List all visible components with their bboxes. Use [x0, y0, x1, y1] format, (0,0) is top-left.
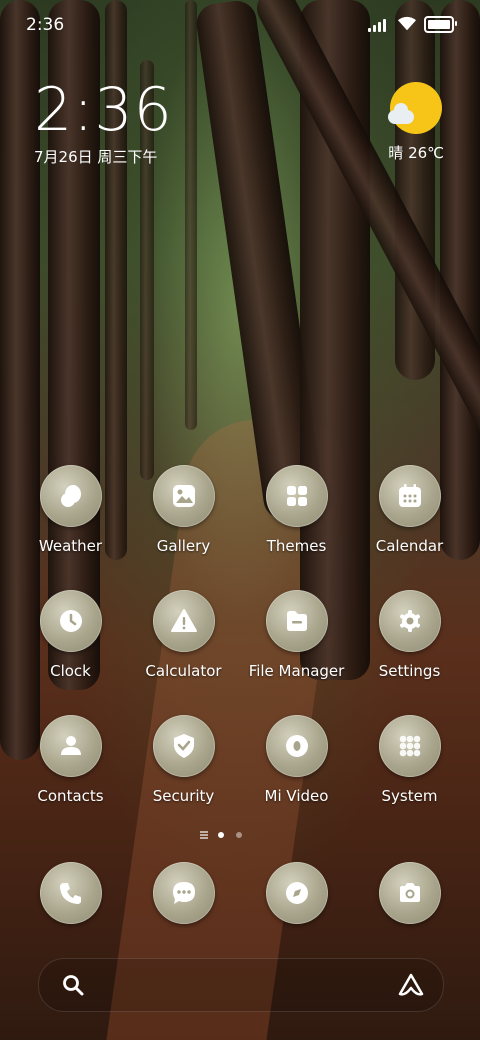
- gallery-icon: [152, 465, 215, 527]
- battery-icon: [424, 16, 457, 33]
- weather-icon: [39, 465, 102, 527]
- status-bar: 2:36: [0, 0, 480, 50]
- dock-browser[interactable]: [240, 862, 353, 924]
- app-contacts[interactable]: Contacts: [14, 715, 127, 805]
- messages-icon: [152, 862, 215, 924]
- app-label: Clock: [50, 662, 91, 680]
- page-dot: [236, 832, 242, 838]
- app-label: Mi Video: [264, 787, 329, 805]
- app-label: Weather: [38, 537, 103, 555]
- signal-icon: [368, 18, 390, 32]
- status-time: 2:36: [26, 15, 65, 35]
- calculator-icon: [152, 590, 215, 652]
- search-bar[interactable]: [38, 958, 444, 1012]
- app-weather[interactable]: Weather: [14, 465, 127, 555]
- search-icon[interactable]: [61, 973, 85, 997]
- widget-time: 2:36: [34, 75, 173, 145]
- system-folder-icon: [378, 715, 441, 777]
- app-themes[interactable]: Themes: [240, 465, 353, 555]
- app-calculator[interactable]: Calculator: [127, 590, 240, 680]
- clock-icon: [39, 590, 102, 652]
- video-icon: [265, 715, 328, 777]
- app-security[interactable]: Security: [127, 715, 240, 805]
- app-label: Gallery: [156, 537, 211, 555]
- weather-widget[interactable]: 晴 26℃: [388, 82, 444, 163]
- app-label: Themes: [266, 537, 327, 555]
- app-label: System: [381, 787, 438, 805]
- clock-widget[interactable]: 2:36 7月26日 周三下午: [34, 80, 173, 167]
- assistant-icon[interactable]: [397, 972, 425, 998]
- app-label: File Manager: [248, 662, 345, 680]
- camera-icon: [378, 862, 441, 924]
- app-label: Settings: [378, 662, 441, 680]
- app-calendar[interactable]: Calendar: [353, 465, 466, 555]
- app-label: Contacts: [37, 787, 104, 805]
- app-gallery[interactable]: Gallery: [127, 465, 240, 555]
- dock-camera[interactable]: [353, 862, 466, 924]
- file-manager-icon: [265, 590, 328, 652]
- themes-icon: [265, 465, 328, 527]
- app-file-manager[interactable]: File Manager: [240, 590, 353, 680]
- weather-text: 晴 26℃: [388, 144, 444, 162]
- widget-date: 7月26日 周三下午: [34, 148, 158, 166]
- app-label: Calculator: [145, 662, 222, 680]
- settings-icon: [378, 590, 441, 652]
- app-label: Security: [152, 787, 215, 805]
- page-dot-active: [218, 832, 224, 838]
- contacts-icon: [39, 715, 102, 777]
- app-clock[interactable]: Clock: [14, 590, 127, 680]
- feed-page-icon: [200, 831, 208, 839]
- app-system-folder[interactable]: System: [353, 715, 466, 805]
- dock-phone[interactable]: [14, 862, 127, 924]
- app-label: Calendar: [375, 537, 444, 555]
- sun-cloud-icon: [388, 82, 443, 134]
- app-settings[interactable]: Settings: [353, 590, 466, 680]
- browser-icon: [265, 862, 328, 924]
- phone-icon: [39, 862, 102, 924]
- app-mi-video[interactable]: Mi Video: [240, 715, 353, 805]
- page-indicator[interactable]: [200, 830, 250, 840]
- dock-messages[interactable]: [127, 862, 240, 924]
- wifi-icon: [396, 14, 418, 32]
- security-icon: [152, 715, 215, 777]
- calendar-icon: [378, 465, 441, 527]
